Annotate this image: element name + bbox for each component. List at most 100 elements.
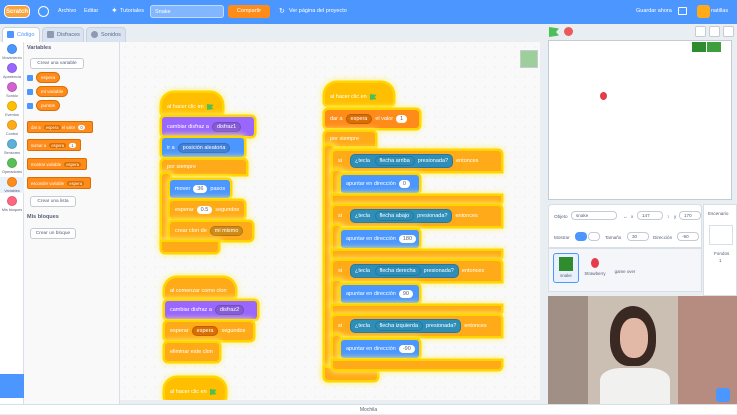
block-input[interactable]: 0 bbox=[78, 125, 85, 130]
username[interactable]: natillas bbox=[711, 8, 728, 14]
category-apariencia[interactable]: Apariencia bbox=[0, 63, 24, 79]
goto-dropdown[interactable]: posición aleatoria bbox=[177, 142, 231, 153]
sprite-name-input[interactable]: snake bbox=[571, 211, 617, 220]
block-wait[interactable]: esperar espera segundos bbox=[165, 322, 253, 340]
palette-show-variable-block[interactable]: mostrar variable espera bbox=[27, 158, 87, 170]
snake-sprite[interactable] bbox=[707, 42, 721, 52]
block-if[interactable]: si ¿tecla flecha abajo presionada? entonces bbox=[333, 206, 501, 226]
block-when-flag-clicked[interactable]: al hacer clic en bbox=[162, 93, 222, 115]
direction-input[interactable]: -90 bbox=[677, 232, 699, 241]
category-eventos[interactable]: Eventos bbox=[0, 101, 24, 117]
category-variables[interactable]: Variables bbox=[0, 177, 24, 193]
block-go-to[interactable]: ir a posición aleatoria bbox=[162, 138, 244, 157]
palette-hide-variable-block[interactable]: esconder variable espera bbox=[27, 177, 91, 189]
user-avatar[interactable] bbox=[697, 5, 710, 18]
block-if[interactable]: si ¿tecla flecha izquierda presionada? ento… bbox=[333, 316, 501, 336]
block-create-clone[interactable]: crear clon de mi mismo bbox=[170, 222, 252, 240]
key-pressed-block[interactable]: ¿tecla flecha derecha presionada? bbox=[349, 264, 459, 278]
block-when-start-as-clone[interactable]: al comenzar como clon bbox=[165, 278, 235, 298]
block-forever[interactable]: por siempre bbox=[325, 132, 375, 146]
move-input[interactable]: 36 bbox=[193, 185, 208, 193]
key-dropdown[interactable]: flecha izquierda bbox=[374, 321, 424, 331]
key-pressed-block[interactable]: ¿tecla flecha izquierda presionada? bbox=[349, 319, 462, 333]
key-dropdown[interactable]: flecha abajo bbox=[374, 211, 415, 221]
variable-puntos[interactable]: puntos bbox=[36, 100, 60, 111]
create-list-button[interactable]: Crear una lista bbox=[30, 196, 76, 207]
palette-change-variable-block[interactable]: sumar a espera 1 bbox=[27, 139, 81, 151]
menu-archivo[interactable]: Archivo bbox=[58, 8, 76, 14]
wait-variable-reporter[interactable]: espera bbox=[191, 326, 219, 336]
category-movimiento[interactable]: Movimiento bbox=[0, 44, 24, 60]
see-project-link[interactable]: Ver página del proyecto bbox=[289, 8, 347, 14]
block-point-direction[interactable]: apuntar en dirección 90 bbox=[341, 285, 419, 303]
category-sensores[interactable]: Sensores bbox=[0, 139, 24, 155]
costume-dropdown[interactable]: disfraz2 bbox=[214, 305, 245, 315]
menu-editar[interactable]: Editar bbox=[84, 8, 98, 14]
costume-dropdown[interactable]: disfraz1 bbox=[211, 121, 242, 132]
clone-dropdown[interactable]: mi mismo bbox=[209, 226, 244, 236]
block-dropdown[interactable]: espera bbox=[64, 162, 82, 167]
direction-input[interactable]: 90 bbox=[398, 290, 413, 298]
block-point-direction[interactable]: apuntar en dirección 180 bbox=[341, 230, 419, 248]
block-dropdown[interactable]: espera bbox=[49, 143, 67, 148]
direction-input[interactable]: 180 bbox=[398, 235, 417, 243]
fullscreen-button[interactable] bbox=[723, 26, 734, 37]
large-stage-button[interactable] bbox=[709, 26, 720, 37]
tab-costumes[interactable]: Disfraces bbox=[42, 27, 84, 42]
save-now-button[interactable]: Guardar ahora bbox=[636, 8, 672, 14]
snake-sprite[interactable] bbox=[692, 42, 706, 52]
variable-dropdown[interactable]: espera bbox=[345, 114, 373, 124]
backdrop-thumb[interactable] bbox=[709, 225, 733, 245]
key-pressed-block[interactable]: ¿tecla flecha arriba presionada? bbox=[349, 154, 454, 168]
create-variable-button[interactable]: Crear una variable bbox=[30, 58, 84, 69]
block-set-variable[interactable]: dar a espera el valor 1 bbox=[325, 110, 419, 128]
category-control[interactable]: Control bbox=[0, 120, 24, 136]
block-point-direction[interactable]: apuntar en dirección -90 bbox=[341, 340, 419, 358]
block-dropdown[interactable]: espera bbox=[43, 125, 61, 130]
share-button[interactable]: Compartir bbox=[228, 5, 270, 18]
scratch-logo[interactable]: Scratch bbox=[4, 5, 30, 18]
category-sonido[interactable]: Sonido bbox=[0, 82, 24, 98]
stage-panel[interactable]: Escenario Fondos 1 bbox=[703, 204, 737, 296]
add-extension-button[interactable] bbox=[0, 374, 24, 398]
block-wait[interactable]: esperar 0.5 segundos bbox=[170, 201, 244, 219]
block-forever[interactable]: por siempre bbox=[162, 160, 246, 174]
stage[interactable] bbox=[548, 40, 732, 200]
variable-mi-variable[interactable]: mi variable bbox=[36, 86, 69, 97]
variable-checkbox[interactable] bbox=[27, 89, 33, 95]
menu-tutoriales[interactable]: Tutoriales bbox=[120, 8, 144, 14]
block-input[interactable]: 1 bbox=[69, 143, 76, 148]
key-dropdown[interactable]: flecha arriba bbox=[374, 156, 415, 166]
tab-sounds[interactable]: Sonidos bbox=[86, 27, 126, 42]
backpack-bar[interactable]: Mochila bbox=[0, 404, 737, 414]
size-input[interactable]: 30 bbox=[627, 232, 649, 241]
strawberry-sprite[interactable] bbox=[600, 92, 607, 100]
key-dropdown[interactable]: flecha derecha bbox=[374, 266, 421, 276]
key-pressed-block[interactable]: ¿tecla flecha abajo presionada? bbox=[349, 209, 453, 223]
block-when-flag-clicked[interactable]: al hacer clic en bbox=[165, 378, 225, 400]
add-sprite-button[interactable] bbox=[716, 388, 730, 402]
sprite-thumb-strawberry[interactable]: Strawberry bbox=[582, 253, 608, 283]
direction-input[interactable]: -90 bbox=[398, 345, 415, 353]
globe-icon[interactable] bbox=[38, 6, 49, 17]
tab-code[interactable]: Código bbox=[2, 27, 40, 42]
block-delete-clone[interactable]: eliminar este clon bbox=[165, 343, 219, 361]
palette-set-variable-block[interactable]: dar a espera el valor 0 bbox=[27, 121, 93, 133]
small-stage-button[interactable] bbox=[695, 26, 706, 37]
block-dropdown[interactable]: espera bbox=[67, 181, 85, 186]
sprite-thumb-game-over[interactable]: game over bbox=[612, 253, 638, 283]
block-switch-costume[interactable]: cambiar disfraz a disfraz1 bbox=[162, 117, 254, 136]
block-if[interactable]: si ¿tecla flecha arriba presionada? entonce… bbox=[333, 151, 501, 171]
x-input[interactable]: 147 bbox=[637, 211, 663, 220]
variable-espera[interactable]: espera bbox=[36, 72, 61, 83]
sprite-thumb-snake[interactable]: snake bbox=[553, 253, 579, 283]
block-move[interactable]: mover 36 pasos bbox=[170, 180, 230, 198]
variable-checkbox[interactable] bbox=[27, 103, 33, 109]
script-area[interactable]: al hacer clic en cambiar disfraz a disfr… bbox=[120, 42, 540, 400]
hide-eye-icon[interactable] bbox=[588, 232, 600, 241]
create-block-button[interactable]: Crear un bloque bbox=[30, 228, 76, 239]
block-if[interactable]: si ¿tecla flecha derecha presionada? entonc… bbox=[333, 261, 501, 281]
y-input[interactable]: 170 bbox=[679, 211, 701, 220]
direction-input[interactable]: 0 bbox=[398, 180, 410, 188]
variable-checkbox[interactable] bbox=[27, 75, 33, 81]
